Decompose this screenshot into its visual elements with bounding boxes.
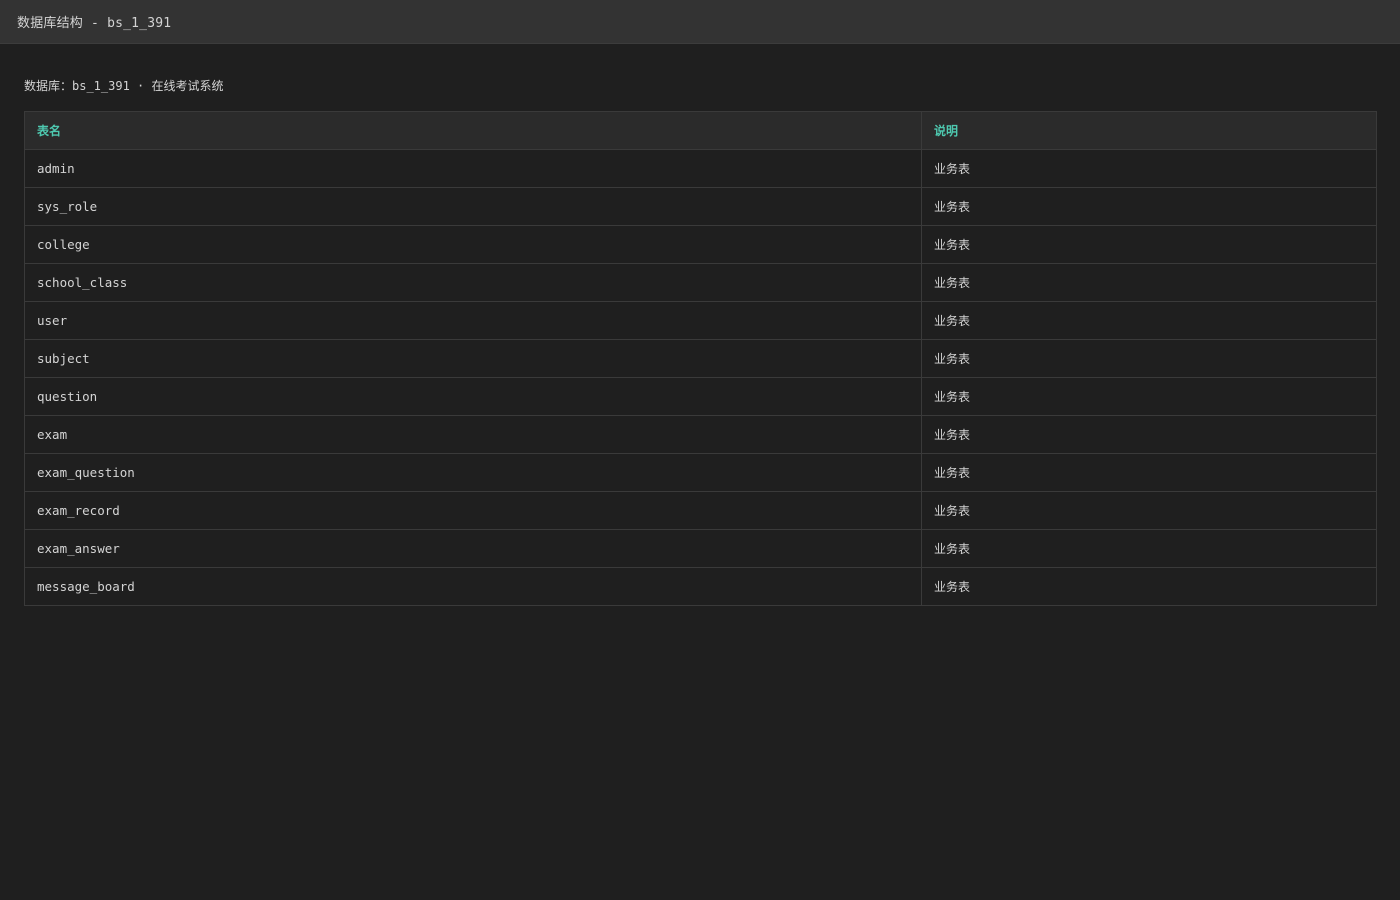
description-cell: 业务表 <box>921 377 1377 416</box>
table-row[interactable]: admin 业务表 <box>24 149 1377 188</box>
description-cell: 业务表 <box>921 567 1377 606</box>
description-cell: 业务表 <box>921 491 1377 530</box>
table-row[interactable]: question 业务表 <box>24 377 1377 416</box>
description-cell: 业务表 <box>921 301 1377 340</box>
table-row[interactable]: exam_question 业务表 <box>24 453 1377 492</box>
table-name-cell[interactable]: exam_question <box>24 453 922 492</box>
table-name-cell[interactable]: user <box>24 301 922 340</box>
description-cell: 业务表 <box>921 225 1377 264</box>
table-header-row: 表名 说明 <box>24 111 1377 150</box>
description-cell: 业务表 <box>921 149 1377 188</box>
table-name-cell[interactable]: college <box>24 225 922 264</box>
table-name-cell[interactable]: exam <box>24 415 922 454</box>
table-row[interactable]: college 业务表 <box>24 225 1377 264</box>
description-cell: 业务表 <box>921 263 1377 302</box>
table-name-cell[interactable]: exam_record <box>24 491 922 530</box>
table-row[interactable]: exam_record 业务表 <box>24 491 1377 530</box>
table-row[interactable]: exam_answer 业务表 <box>24 529 1377 568</box>
table-row[interactable]: subject 业务表 <box>24 339 1377 378</box>
description-cell: 业务表 <box>921 339 1377 378</box>
description-cell: 业务表 <box>921 529 1377 568</box>
description-cell: 业务表 <box>921 187 1377 226</box>
window-title: 数据库结构 - bs_1_391 <box>17 16 172 31</box>
description-cell: 业务表 <box>921 415 1377 454</box>
table-row[interactable]: message_board 业务表 <box>24 567 1377 606</box>
tables-table: 表名 说明 admin 业务表 sys_role 业务表 college 业务表… <box>24 111 1377 606</box>
table-name-cell[interactable]: question <box>24 377 922 416</box>
window-titlebar: 数据库结构 - bs_1_391 <box>0 0 1400 44</box>
table-name-cell[interactable]: message_board <box>24 567 922 606</box>
table-row[interactable]: school_class 业务表 <box>24 263 1377 302</box>
table-name-cell[interactable]: exam_answer <box>24 529 922 568</box>
table-name-cell[interactable]: school_class <box>24 263 922 302</box>
table-name-cell[interactable]: subject <box>24 339 922 378</box>
table-name-cell[interactable]: admin <box>24 149 922 188</box>
table-row[interactable]: user 业务表 <box>24 301 1377 340</box>
table-name-cell[interactable]: sys_role <box>24 187 922 226</box>
table-row[interactable]: exam 业务表 <box>24 415 1377 454</box>
column-header-table-name[interactable]: 表名 <box>24 111 922 150</box>
main-content: 数据库：bs_1_391 · 在线考试系统 表名 说明 admin 业务表 sy… <box>0 44 1400 606</box>
database-info: 数据库：bs_1_391 · 在线考试系统 <box>24 79 224 93</box>
table-row[interactable]: sys_role 业务表 <box>24 187 1377 226</box>
description-cell: 业务表 <box>921 453 1377 492</box>
column-header-description[interactable]: 说明 <box>921 111 1377 150</box>
